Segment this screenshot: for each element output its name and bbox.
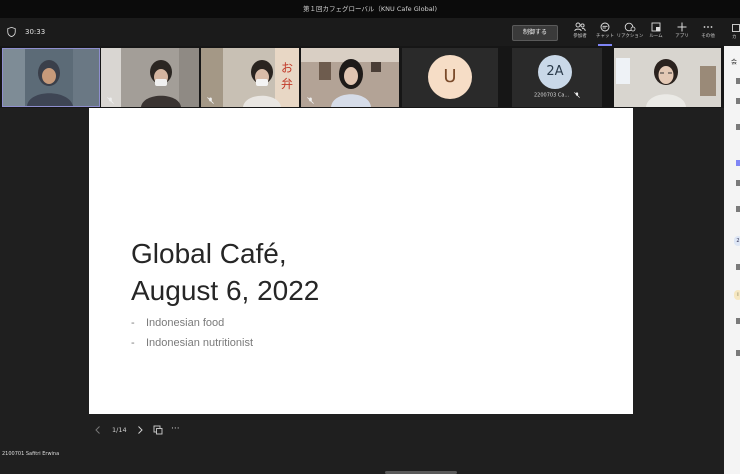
participant-video-mask xyxy=(101,48,199,107)
video-tile-participant[interactable] xyxy=(101,48,199,107)
chat-message-marker xyxy=(736,180,740,186)
window-title: 第１回カフェグローバル（KNU Cafe Global) xyxy=(302,5,438,13)
participant-video xyxy=(301,48,399,107)
slide-more-options-icon[interactable]: ··· xyxy=(171,424,180,434)
slide-title-line-1: Global Café, xyxy=(131,238,287,269)
toolbar-chat-button[interactable]: チャット xyxy=(591,21,619,43)
chevron-right-icon[interactable] xyxy=(136,425,144,435)
participant-name: 2200703 Ca... xyxy=(534,92,580,99)
mic-off-icon xyxy=(207,97,214,104)
toolbar-participants-label: 参加者 xyxy=(573,34,587,39)
chat-icon xyxy=(600,22,610,32)
chat-message-marker xyxy=(736,318,740,324)
video-tile-participant[interactable]: お 弁 xyxy=(201,48,299,107)
shield-icon xyxy=(7,27,16,37)
chat-panel-edge xyxy=(724,46,740,474)
chat-message-marker xyxy=(736,160,740,166)
toolbar-chat-label: チャット xyxy=(596,34,614,39)
toolbar-room-label: ルーム xyxy=(649,34,663,39)
svg-text:弁: 弁 xyxy=(281,76,293,91)
bullet-text: Indonesian food xyxy=(146,317,225,329)
mic-off-icon xyxy=(107,97,114,104)
bullet-dash: - xyxy=(131,337,135,349)
bullet-dash: - xyxy=(131,317,135,329)
mic-off-icon xyxy=(307,97,314,104)
speaker-name: 2100701 Safitri Erwina xyxy=(2,451,60,457)
chat-message-marker xyxy=(736,98,740,104)
toolbar-apps-label: アプリ xyxy=(675,34,689,39)
panel-icon xyxy=(732,24,740,32)
people-icon xyxy=(574,22,586,32)
avatar: U xyxy=(428,55,472,99)
more-icon xyxy=(703,26,713,28)
toolbar-cut-label: カ xyxy=(732,35,737,40)
chat-message-marker xyxy=(736,350,740,356)
chevron-left-icon[interactable] xyxy=(94,425,102,435)
video-tile-participant[interactable] xyxy=(301,48,399,107)
plus-icon xyxy=(677,22,687,32)
slides-overview-icon[interactable] xyxy=(153,425,163,435)
video-tile-speaker[interactable] xyxy=(2,48,100,107)
toolbar-cut-item[interactable]: カ xyxy=(730,20,740,46)
reaction-icon xyxy=(624,22,636,32)
toolbar-more-button[interactable]: その他 xyxy=(694,21,722,43)
participant-name-text: 2200703 Ca... xyxy=(534,92,570,99)
slide-bullet: - Indonesian food xyxy=(131,317,224,329)
chat-message-marker xyxy=(736,206,740,212)
participant-video-hijab xyxy=(3,49,99,106)
toolbar-reaction-button[interactable]: リアクション xyxy=(616,21,644,43)
mic-off-icon xyxy=(573,92,580,98)
slide-title-line-2: August 6, 2022 xyxy=(131,275,320,306)
chat-avatar: 2 xyxy=(734,236,740,246)
video-tile-participant[interactable] xyxy=(614,48,721,107)
toolbar-reaction-label: リアクション xyxy=(616,34,644,39)
toolbar-participants-button[interactable]: 参加者 xyxy=(566,21,594,43)
avatar: 2A xyxy=(538,55,572,89)
chat-message-marker xyxy=(736,78,740,84)
toolbar-more-label: その他 xyxy=(701,34,715,39)
meeting-timer: 30:33 xyxy=(25,28,46,36)
chat-message-marker xyxy=(736,124,740,130)
bullet-text: Indonesian nutritionist xyxy=(146,337,254,349)
toolbar-apps-button[interactable]: アプリ xyxy=(668,21,696,43)
chat-avatar: i xyxy=(734,290,740,300)
chat-message-marker xyxy=(736,264,740,270)
slide-bullet: - Indonesian nutritionist xyxy=(131,337,253,349)
chat-panel-title: 会 xyxy=(731,59,738,66)
toolbar-room-button[interactable]: ルーム xyxy=(642,21,670,43)
svg-text:お: お xyxy=(281,61,293,75)
control-button[interactable]: 制御する xyxy=(512,25,558,41)
room-icon xyxy=(651,22,661,32)
slide-page-indicator: 1/14 xyxy=(112,426,127,434)
participant-video-glasses xyxy=(614,48,721,107)
participant-video-mask: お 弁 xyxy=(201,48,299,107)
